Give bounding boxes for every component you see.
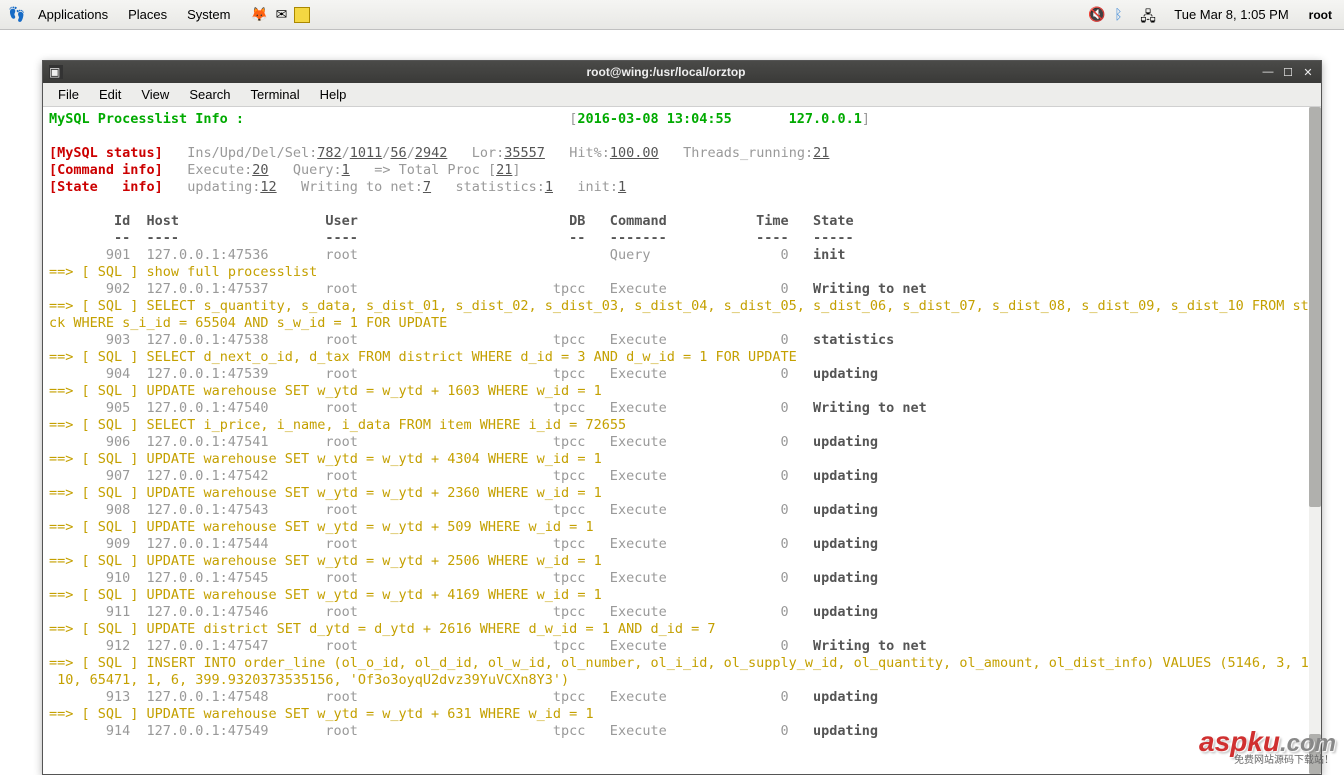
window-title: root@wing:/usr/local/orztop bbox=[71, 65, 1261, 79]
menu-terminal[interactable]: Terminal bbox=[242, 84, 309, 105]
terminal-output[interactable]: MySQL Processlist Info : [2016-03-08 13:… bbox=[43, 107, 1321, 774]
bluetooth-icon[interactable]: ᛒ bbox=[1114, 6, 1132, 24]
mail-icon[interactable]: ✉ bbox=[272, 6, 290, 24]
minimize-button[interactable]: — bbox=[1261, 65, 1275, 79]
system-tray: 🔇 ᛒ 🖧 Tue Mar 8, 1:05 PM root bbox=[1088, 6, 1336, 24]
terminal-menubar: File Edit View Search Terminal Help bbox=[43, 83, 1321, 107]
menu-search[interactable]: Search bbox=[180, 84, 239, 105]
terminal-icon: ▣ bbox=[49, 65, 63, 79]
watermark-sub: 免费网站源码下载站！ bbox=[1234, 751, 1334, 766]
desktop-panel: 👣 Applications Places System 🦊 ✉ 🔇 ᛒ 🖧 T… bbox=[0, 0, 1344, 30]
clock[interactable]: Tue Mar 8, 1:05 PM bbox=[1174, 7, 1288, 22]
menu-view[interactable]: View bbox=[132, 84, 178, 105]
menu-help[interactable]: Help bbox=[311, 84, 356, 105]
places-menu[interactable]: Places bbox=[120, 4, 175, 25]
terminal-scrollbar[interactable] bbox=[1309, 107, 1321, 774]
firefox-icon[interactable]: 🦊 bbox=[250, 6, 268, 24]
window-titlebar[interactable]: ▣ root@wing:/usr/local/orztop — ☐ ✕ bbox=[43, 61, 1321, 83]
user-menu[interactable]: root bbox=[1309, 8, 1332, 22]
terminal-window: ▣ root@wing:/usr/local/orztop — ☐ ✕ File… bbox=[42, 60, 1322, 775]
menu-file[interactable]: File bbox=[49, 84, 88, 105]
gnome-foot-icon: 👣 bbox=[8, 6, 26, 24]
notes-icon[interactable] bbox=[294, 7, 310, 23]
close-button[interactable]: ✕ bbox=[1301, 65, 1315, 79]
applications-menu[interactable]: Applications bbox=[30, 4, 116, 25]
maximize-button[interactable]: ☐ bbox=[1281, 65, 1295, 79]
volume-icon[interactable]: 🔇 bbox=[1088, 6, 1106, 24]
system-menu[interactable]: System bbox=[179, 4, 238, 25]
menu-edit[interactable]: Edit bbox=[90, 84, 130, 105]
network-icon[interactable]: 🖧 bbox=[1140, 6, 1158, 24]
